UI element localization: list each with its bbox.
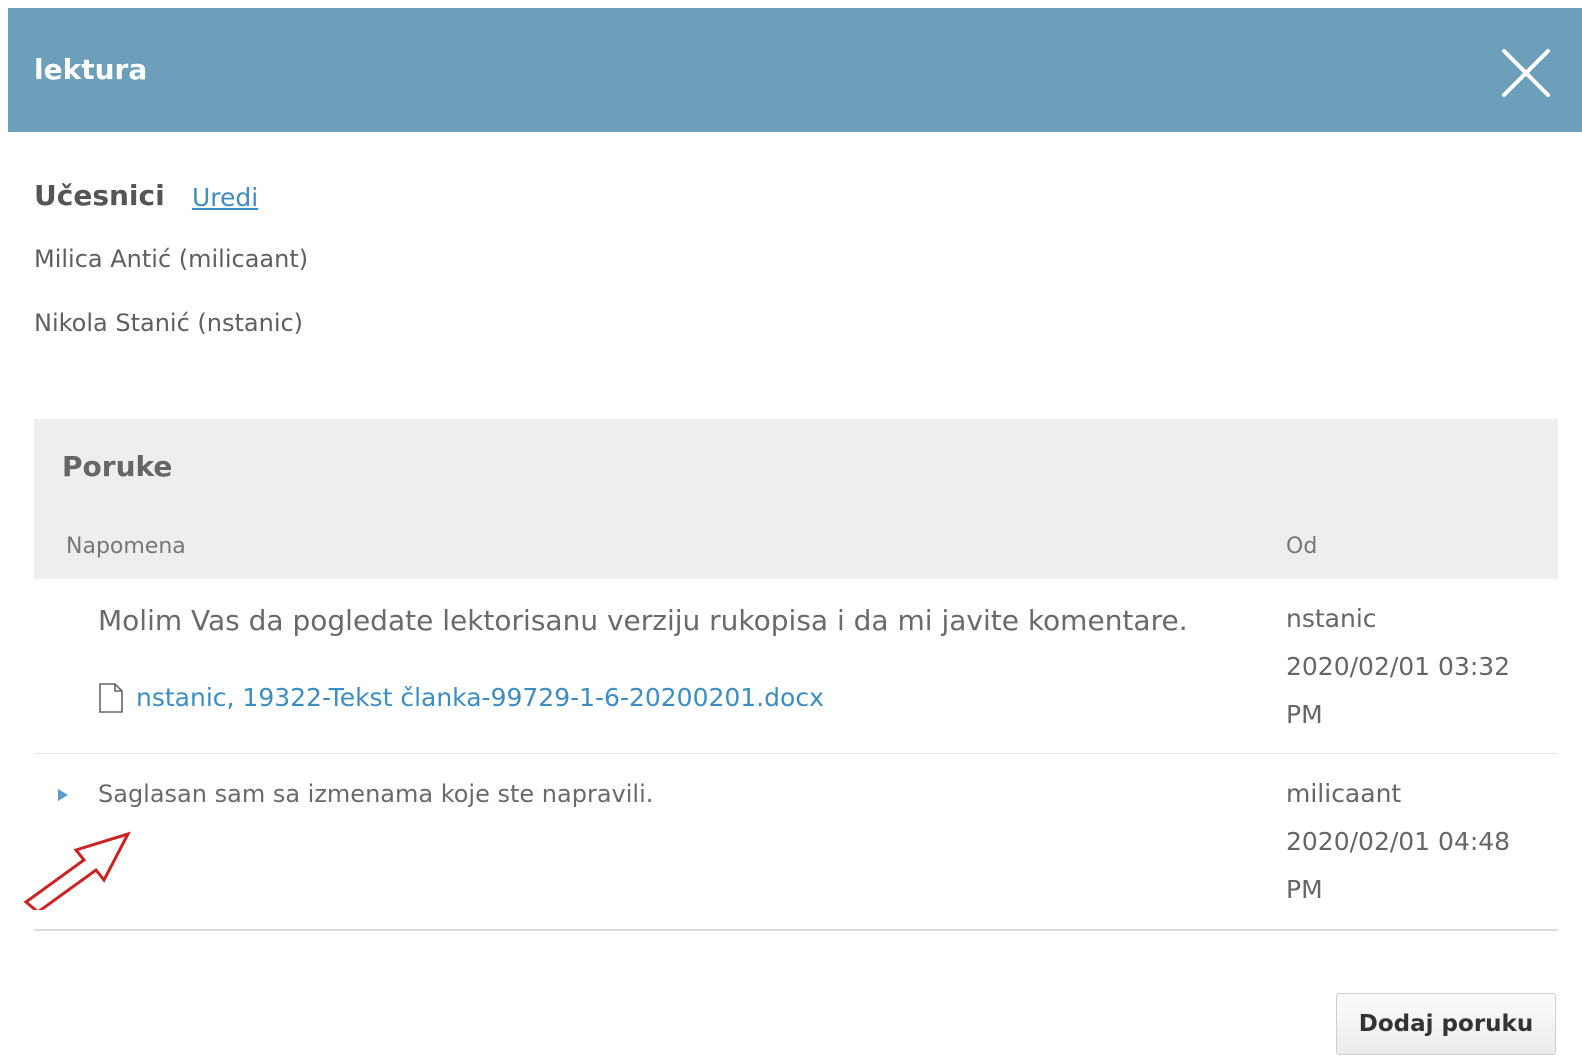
sender-username: milicaant [1286, 779, 1402, 808]
participant-item: Nikola Stanić (nstanic) [34, 309, 304, 337]
attachment-link[interactable]: nstanic, 19322-Tekst članka-99729-1-6-20… [98, 681, 824, 715]
file-icon [99, 683, 123, 713]
message-text: Saglasan sam sa izmenama koje ste naprav… [98, 780, 654, 808]
messages-panel-header: Poruke Napomena Od [34, 419, 1558, 579]
add-message-button[interactable]: Dodaj poruku [1336, 993, 1556, 1055]
modal-header: lektura [8, 8, 1582, 132]
red-arrow-icon [23, 831, 131, 910]
message-time-suffix: PM [1286, 875, 1323, 904]
message-date: 2020/02/01 04:48 [1286, 827, 1511, 856]
sender-username: nstanic [1286, 604, 1377, 633]
participant-item: Milica Antić (milicaant) [34, 245, 309, 273]
message-text: Molim Vas da pogledate lektorisanu verzi… [98, 604, 1188, 637]
attachment-filename[interactable]: nstanic, 19322-Tekst članka-99729-1-6-20… [136, 682, 824, 714]
messages-panel: Poruke Napomena Od Molim Vas da pogledat… [34, 419, 1558, 931]
edit-participants-link[interactable]: Uredi [192, 182, 258, 214]
message-row: Molim Vas da pogledate lektorisanu verzi… [34, 579, 1558, 754]
participants-title: Učesnici [34, 179, 165, 212]
message-row: Saglasan sam sa izmenama koje ste naprav… [34, 754, 1558, 929]
close-icon[interactable] [1498, 45, 1554, 101]
message-sender: nstanic 2020/02/01 03:32 PM [1286, 595, 1546, 739]
triangle-right-icon[interactable] [56, 787, 70, 803]
column-header-note: Napomena [66, 534, 186, 559]
column-header-from: Od [1286, 534, 1318, 559]
message-sender: milicaant 2020/02/01 04:48 PM [1286, 770, 1546, 914]
message-date: 2020/02/01 03:32 [1286, 652, 1511, 681]
messages-title: Poruke [62, 450, 173, 483]
modal-title: lektura [34, 53, 148, 86]
message-time-suffix: PM [1286, 700, 1323, 729]
